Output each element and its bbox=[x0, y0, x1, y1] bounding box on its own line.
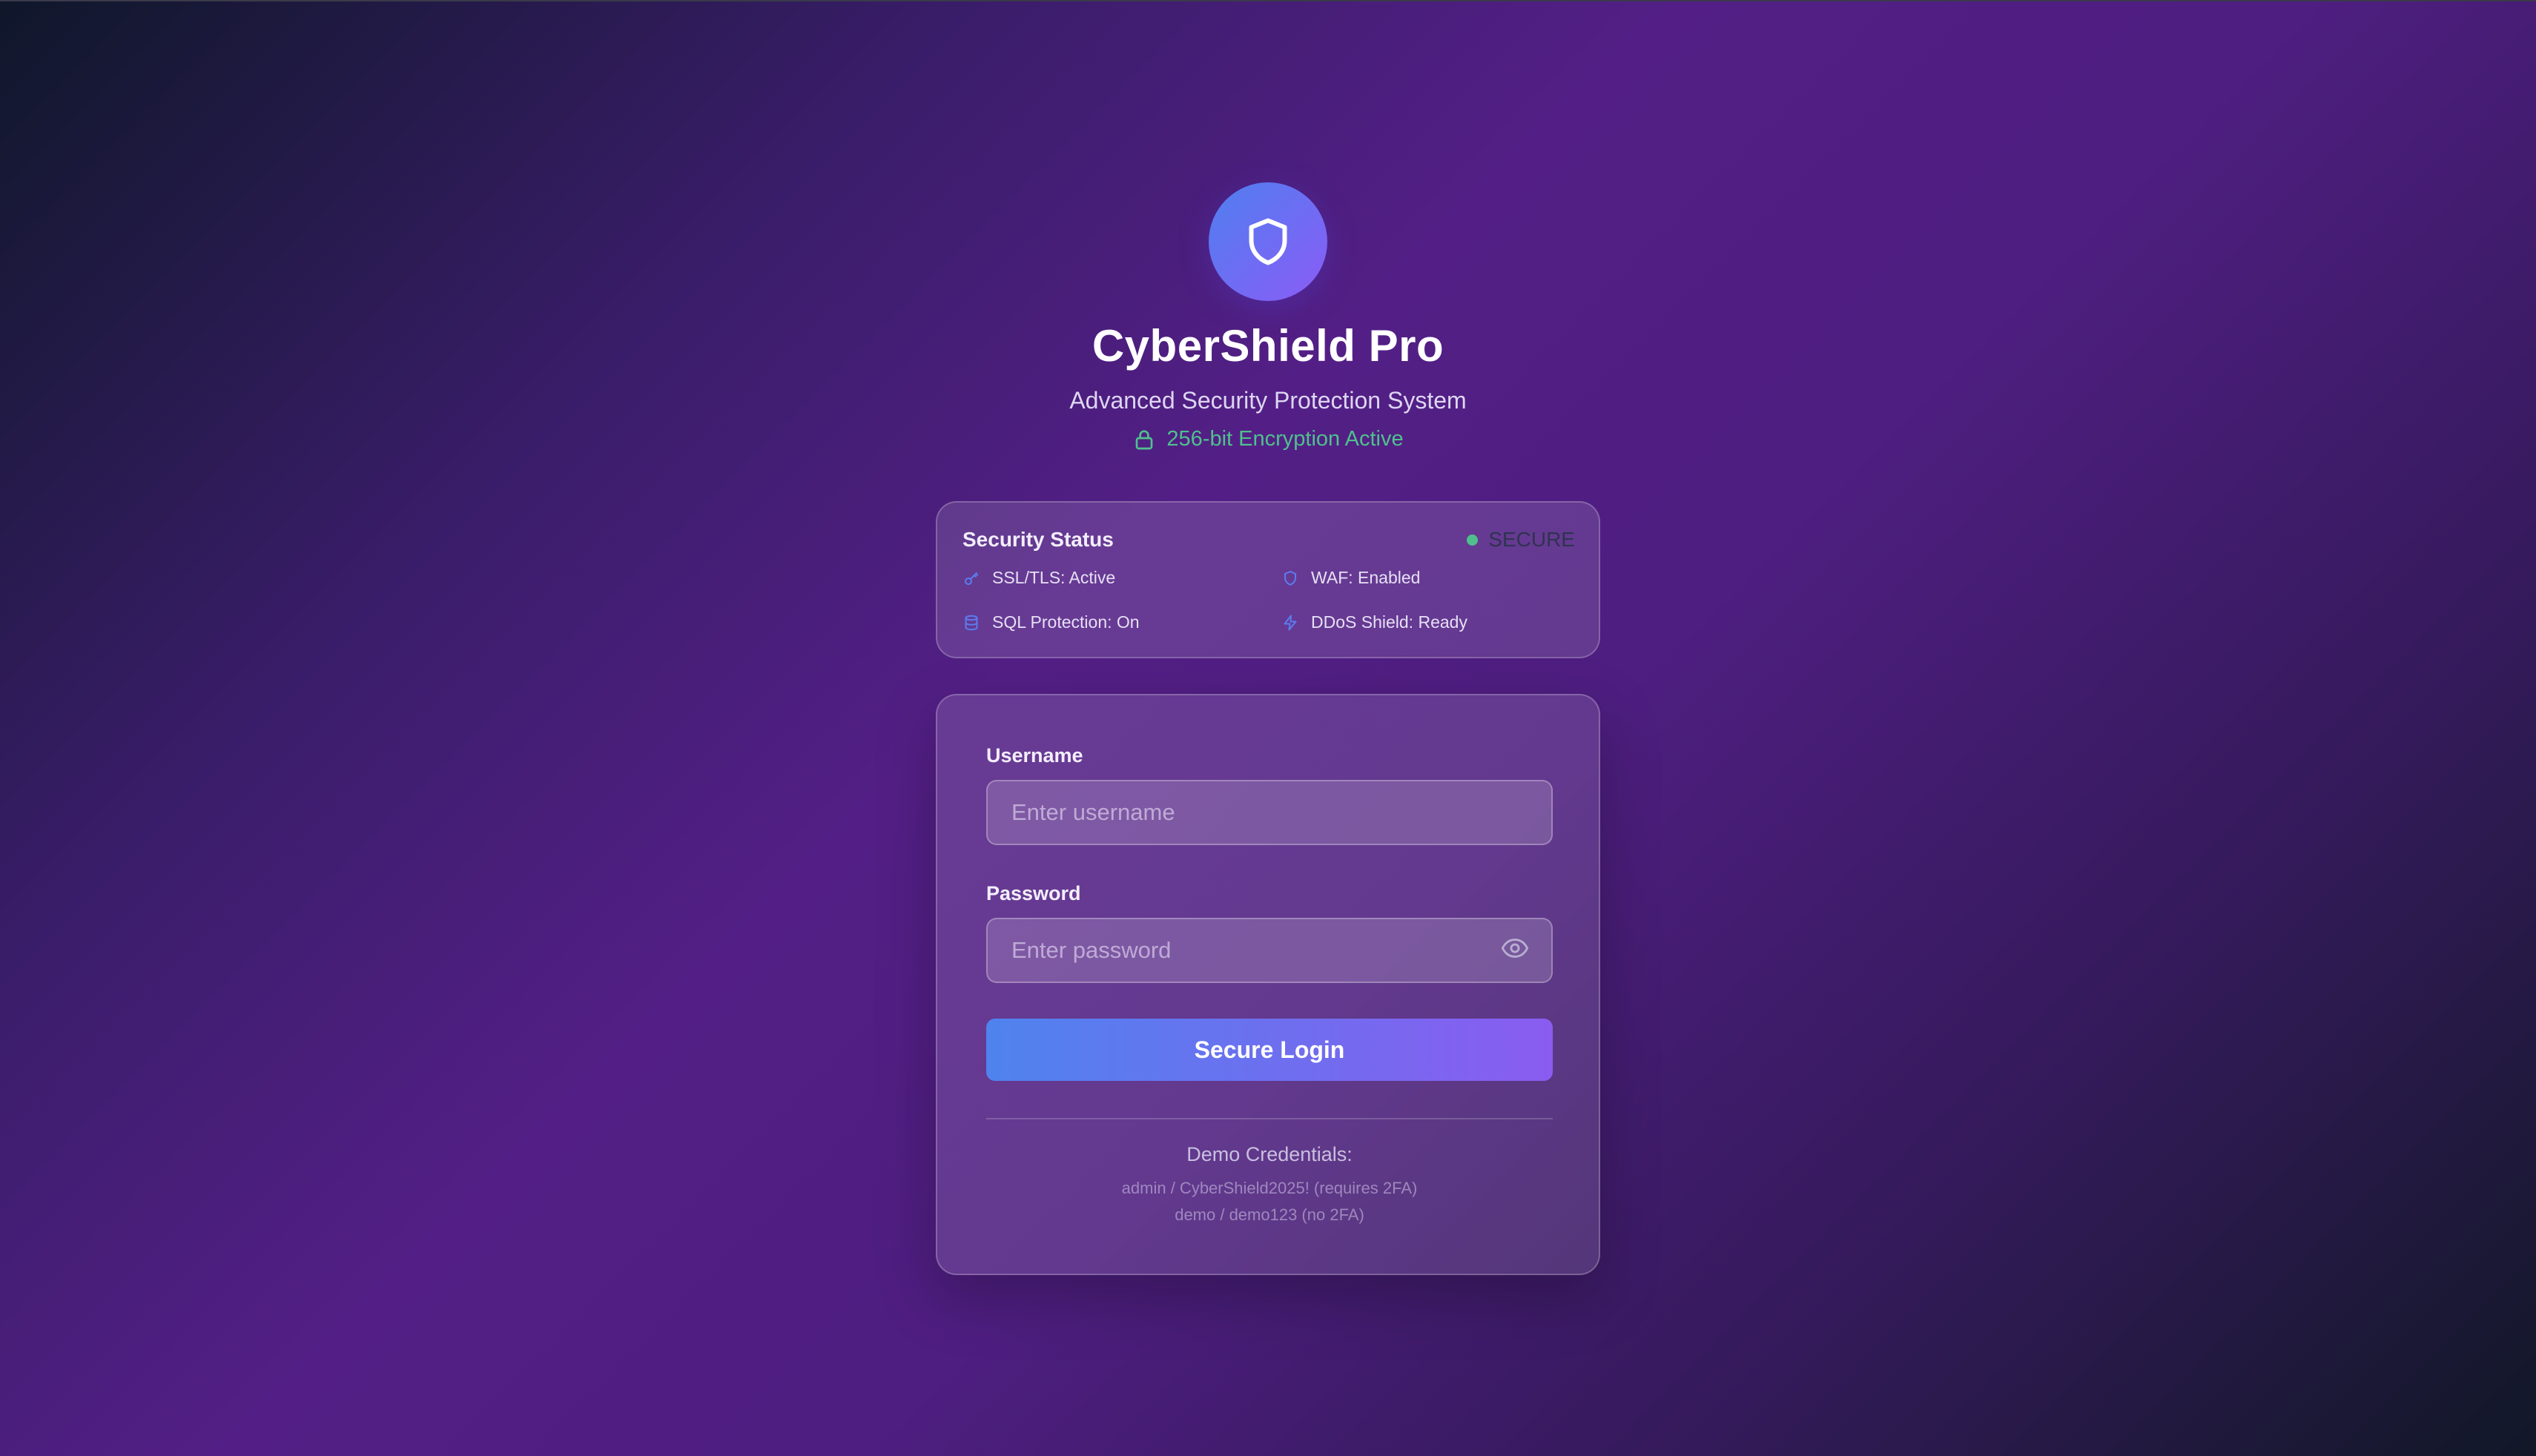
database-icon bbox=[965, 615, 978, 630]
status-item-waf: WAF: Enabled bbox=[1281, 568, 1420, 588]
shield-icon bbox=[1249, 218, 1287, 265]
security-status-title: Security Status bbox=[962, 528, 1114, 551]
lock-icon bbox=[1136, 429, 1153, 449]
status-dot bbox=[1467, 534, 1479, 546]
login-card: Username Password Secure Login Demo Cred… bbox=[936, 694, 1600, 1275]
status-badge-label: SECURE bbox=[1488, 528, 1575, 551]
app-subtitle: Advanced Security Protection System bbox=[1069, 387, 1467, 414]
status-badge: SECURE bbox=[1467, 528, 1575, 552]
app-title: CyberShield Pro bbox=[1092, 321, 1444, 371]
demo-credentials-title: Demo Credentials: bbox=[1186, 1143, 1353, 1165]
secure-login-button[interactable]: Secure Login bbox=[986, 1019, 1553, 1081]
shield-icon bbox=[1284, 570, 1296, 586]
status-item-label: DDoS Shield: Ready bbox=[1311, 612, 1467, 632]
username-label: Username bbox=[986, 744, 1083, 767]
key-icon bbox=[965, 572, 978, 585]
demo-credential-line: admin / CyberShield2025! (requires 2FA) bbox=[1121, 1179, 1418, 1197]
logo-badge bbox=[1209, 182, 1327, 301]
password-label: Password bbox=[986, 882, 1081, 904]
status-item-label: SSL/TLS: Active bbox=[992, 568, 1116, 587]
security-status-card: Security Status SECURE SSL/TLS: Active W… bbox=[936, 501, 1600, 658]
status-item-sql: SQL Protection: On bbox=[962, 612, 1140, 632]
eye-icon bbox=[1501, 939, 1529, 958]
encryption-text: 256-bit Encryption Active bbox=[1166, 427, 1404, 451]
lightning-icon bbox=[1284, 615, 1297, 630]
toggle-password-visibility-button[interactable] bbox=[1496, 930, 1533, 967]
status-item-label: WAF: Enabled bbox=[1311, 568, 1421, 587]
demo-credential-line: demo / demo123 (no 2FA) bbox=[1175, 1205, 1364, 1224]
encryption-status: 256-bit Encryption Active bbox=[0, 427, 2536, 451]
divider bbox=[986, 1118, 1553, 1119]
status-item-ddos: DDoS Shield: Ready bbox=[1281, 612, 1467, 632]
window-top-border bbox=[0, 0, 2536, 1]
username-input[interactable] bbox=[986, 780, 1553, 845]
password-input[interactable] bbox=[986, 918, 1553, 983]
status-item-label: SQL Protection: On bbox=[992, 612, 1140, 632]
status-item-ssl: SSL/TLS: Active bbox=[962, 568, 1115, 588]
